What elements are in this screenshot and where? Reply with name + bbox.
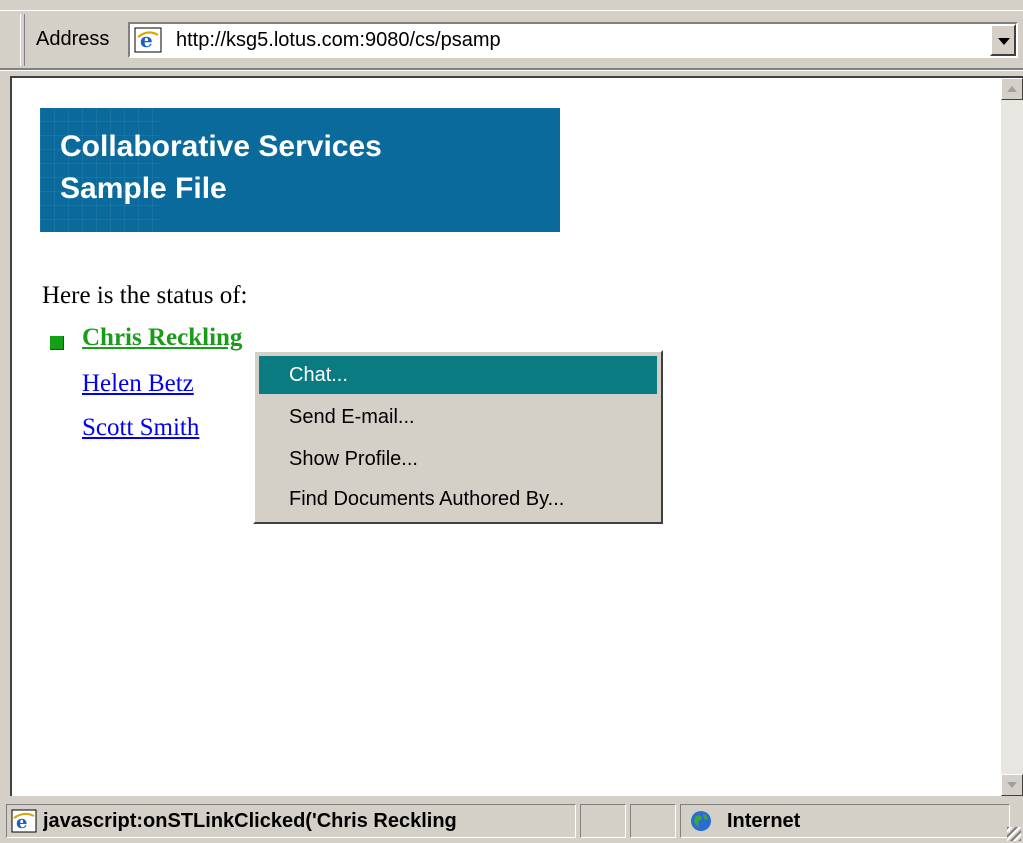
person-link-chris-reckling[interactable]: Chris Reckling xyxy=(82,324,242,352)
status-bar: e javascript:onSTLinkClicked('Chris Reck… xyxy=(0,798,1023,843)
person-context-menu: Chat... Send E-mail... Show Profile... F… xyxy=(253,350,663,524)
menu-item-show-profile[interactable]: Show Profile... xyxy=(259,440,657,478)
address-field[interactable]: e http://ksg5.lotus.com:9080/cs/psamp xyxy=(128,22,1018,58)
address-toolbar: Address e http://ksg5.lotus.com:9080/cs/… xyxy=(0,0,1023,71)
ie-page-icon: e xyxy=(11,809,37,833)
globe-icon xyxy=(689,809,713,833)
resize-grip[interactable] xyxy=(1007,827,1021,841)
menu-item-chat[interactable]: Chat... xyxy=(259,356,657,394)
person-link-scott-smith[interactable]: Scott Smith xyxy=(82,414,199,442)
address-dropdown-button[interactable] xyxy=(990,24,1016,56)
banner-title-line2: Sample File xyxy=(60,172,227,205)
address-url[interactable]: http://ksg5.lotus.com:9080/cs/psamp xyxy=(176,29,501,52)
menu-item-find-documents[interactable]: Find Documents Authored By... xyxy=(259,480,657,518)
person-link-helen-betz[interactable]: Helen Betz xyxy=(82,370,194,398)
page-banner: Collaborative Services Sample File xyxy=(40,108,560,232)
vertical-scrollbar[interactable] xyxy=(1001,78,1023,796)
scroll-down-icon xyxy=(1007,782,1017,788)
menu-item-send-email[interactable]: Send E-mail... xyxy=(259,398,657,436)
security-zone-pane: Internet xyxy=(680,804,1010,838)
status-pane-empty-2 xyxy=(630,804,676,838)
toolbar-highlight xyxy=(0,10,1023,11)
ie-page-icon: e xyxy=(134,27,162,53)
scroll-up-button[interactable] xyxy=(1001,78,1023,100)
toolbar-separator xyxy=(0,68,1023,71)
status-pane-empty-1 xyxy=(580,804,626,838)
chevron-down-icon xyxy=(998,38,1010,45)
address-label: Address xyxy=(36,28,110,50)
toolbar-grip[interactable] xyxy=(20,14,25,66)
scroll-up-icon xyxy=(1007,86,1017,92)
status-message: javascript:onSTLinkClicked('Chris Reckli… xyxy=(43,810,457,832)
status-intro-text: Here is the status of: xyxy=(42,282,248,309)
banner-pattern xyxy=(40,108,160,232)
banner-title-line1: Collaborative Services xyxy=(60,130,382,163)
security-zone-label: Internet xyxy=(727,810,801,832)
status-message-pane: e javascript:onSTLinkClicked('Chris Reck… xyxy=(6,804,576,838)
online-status-icon xyxy=(50,336,64,350)
scroll-down-button[interactable] xyxy=(1001,774,1023,796)
